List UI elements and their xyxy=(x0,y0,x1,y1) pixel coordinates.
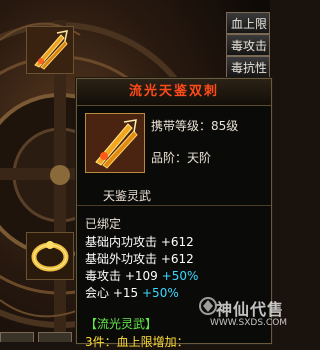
bottom-button-right[interactable] xyxy=(38,332,72,342)
tooltip-divider xyxy=(77,205,271,206)
bottom-button-left[interactable] xyxy=(0,332,34,342)
tab-hp-max[interactable]: 血上限 xyxy=(226,12,270,34)
weapon-slot[interactable] xyxy=(26,26,74,74)
stat-name: 毒攻击 xyxy=(85,269,122,283)
item-name: 流光天鉴双刺 xyxy=(77,79,271,106)
bound-status: 已绑定 xyxy=(85,217,122,231)
stat-bonus: +50% xyxy=(161,269,199,283)
watermark-text: 神仙代售 xyxy=(216,300,285,319)
stat-value: +612 xyxy=(160,252,194,266)
stat-bonus: +50% xyxy=(142,286,179,300)
tab-poison-resist-label: 毒抗性 xyxy=(231,61,268,75)
carry-level: 携带等级：85级 xyxy=(151,117,238,134)
twin-dagger-icon xyxy=(86,114,144,172)
twin-dagger-icon xyxy=(27,27,73,73)
watermark: 神仙代售 WWW.SXDS.COM xyxy=(198,292,287,334)
watermark-logo-icon xyxy=(199,297,217,315)
tab-hp-max-label: 血上限 xyxy=(231,17,268,31)
ring-slot[interactable] xyxy=(26,232,74,280)
grade-value: 天阶 xyxy=(187,151,212,165)
stat-name: 会心 xyxy=(85,286,110,300)
stat-value: +109 xyxy=(124,269,158,283)
stat-row: 会心 +15 +50% xyxy=(85,284,179,301)
golden-ring-icon xyxy=(27,233,73,279)
set-title: 【流光灵武】 xyxy=(85,317,158,331)
stat-row: 基础外功攻击 +612 xyxy=(85,250,194,267)
tab-poison-attack[interactable]: 毒攻击 xyxy=(226,34,270,56)
stat-name: 基础内功攻击 xyxy=(85,235,158,249)
item-grade: 品阶：天阶 xyxy=(151,149,211,166)
stat-value: +15 xyxy=(112,286,139,300)
carry-level-label: 携带等级： xyxy=(151,119,212,133)
grade-label: 品阶： xyxy=(151,151,188,165)
stat-name: 基础外功攻击 xyxy=(85,252,158,266)
tab-poison-attack-label: 毒攻击 xyxy=(231,39,268,53)
tab-poison-resist[interactable]: 毒抗性 xyxy=(226,56,270,78)
watermark-url: WWW.SXDS.COM xyxy=(210,318,288,328)
stat-row: 毒攻击 +109 +50% xyxy=(85,267,198,284)
stat-value: +612 xyxy=(160,235,194,249)
stat-row: 基础内功攻击 +612 xyxy=(85,233,194,250)
item-type: 天鉴灵武 xyxy=(103,189,152,203)
carry-level-value: 85级 xyxy=(211,119,239,133)
item-icon xyxy=(85,113,145,173)
